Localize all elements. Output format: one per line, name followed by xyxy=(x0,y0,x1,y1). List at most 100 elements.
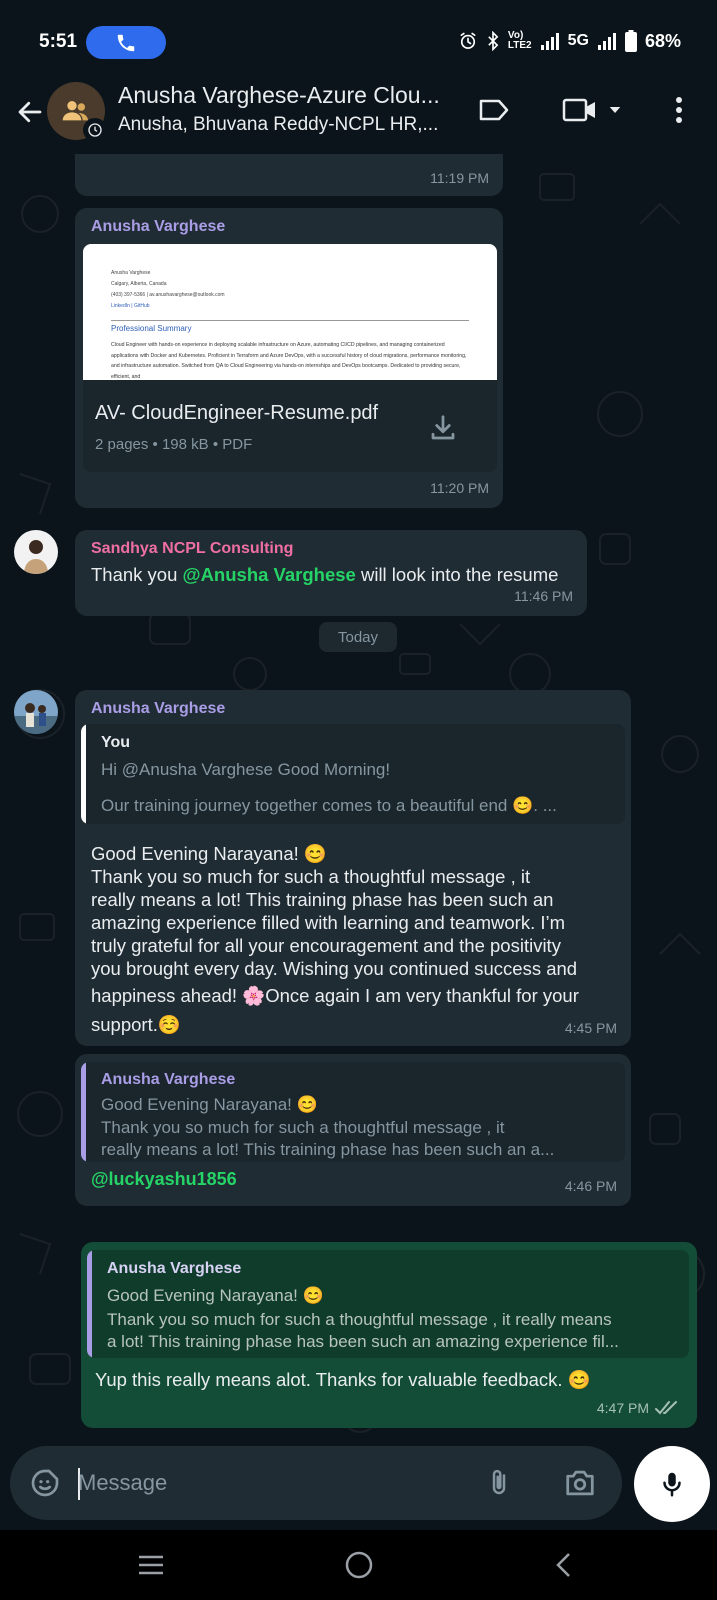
quoted-message[interactable]: Anusha Varghese Good Evening Narayana! 😊… xyxy=(87,1250,689,1358)
network-label: 5G xyxy=(567,32,589,49)
community-badge xyxy=(83,118,107,142)
chat-title[interactable]: Anusha Varghese-Azure Clou... xyxy=(118,82,448,109)
ongoing-call-pill[interactable] xyxy=(86,26,166,59)
attach-button[interactable] xyxy=(480,1464,518,1502)
double-check-icon xyxy=(655,1401,677,1415)
clock-icon xyxy=(88,123,102,137)
quote-accent-bar xyxy=(87,1250,92,1358)
quote-author: You xyxy=(101,734,131,751)
sender-avatar-anusha[interactable] xyxy=(14,690,58,734)
message-line: happiness ahead! 🌸Once again I am very t… xyxy=(91,985,579,1006)
message-line: Good Evening Narayana! 😊 xyxy=(91,843,327,864)
chevron-down-icon xyxy=(609,107,621,113)
label-button[interactable] xyxy=(474,90,514,130)
download-button[interactable] xyxy=(423,408,463,448)
group-avatar[interactable] xyxy=(47,82,107,142)
back-nav-button[interactable] xyxy=(546,1546,580,1584)
camera-icon xyxy=(566,1470,594,1496)
back-button[interactable] xyxy=(10,92,50,132)
download-icon xyxy=(431,415,455,440)
message-time: 11:20 PM xyxy=(430,480,489,496)
quote-text: Our training journey together comes to a… xyxy=(101,796,557,815)
sticker-icon xyxy=(31,1469,59,1497)
chat-area[interactable]: 11:19 PM Anusha Varghese Anusha Varghese… xyxy=(0,154,717,1454)
message-text: Good Evening Narayana! 😊 Thank you so mu… xyxy=(91,842,623,1036)
message-line: support.☺️ xyxy=(91,1014,181,1035)
sender-avatar-sandhya[interactable] xyxy=(14,530,58,574)
reply-message[interactable]: Anusha Varghese You Hi @Anusha Varghese … xyxy=(75,690,631,1046)
document-footer[interactable]: AV- CloudEngineer-Resume.pdf 2 pages • 1… xyxy=(83,380,497,472)
message-time: 11:46 PM xyxy=(514,588,573,604)
bluetooth-icon xyxy=(488,31,499,51)
sender-name[interactable]: Anusha Varghese xyxy=(91,218,225,236)
preview-summary: Cloud Engineer with hands-on experience … xyxy=(111,342,467,380)
message-time: 11:19 PM xyxy=(430,170,489,186)
sender-name[interactable]: Sandhya NCPL Consulting xyxy=(91,540,293,558)
system-navigation-bar xyxy=(0,1530,717,1600)
message-composer[interactable] xyxy=(10,1446,622,1520)
video-camera-icon xyxy=(562,98,595,122)
mention-link[interactable]: @luckyashu1856 xyxy=(91,1168,237,1191)
preview-links: LinkedIn | GitHub xyxy=(111,303,150,309)
arrow-left-icon xyxy=(18,101,42,123)
message-line: really means a lot! This training phase … xyxy=(91,889,554,910)
preview-location: Calgary, Alberta, Canada xyxy=(111,281,167,287)
document-preview[interactable]: Anusha Varghese Calgary, Alberta, Canada… xyxy=(83,244,497,380)
camera-button[interactable] xyxy=(560,1464,600,1502)
quote-text: really means a lot! This training phase … xyxy=(101,1140,555,1159)
quoted-message[interactable]: Anusha Varghese Good Evening Narayana! 😊… xyxy=(81,1062,625,1162)
quoted-message[interactable]: You Hi @Anusha Varghese Good Morning! Ou… xyxy=(81,724,625,824)
quote-text: Good Evening Narayana! 😊 xyxy=(107,1286,324,1305)
reply-message[interactable]: Anusha Varghese Good Evening Narayana! 😊… xyxy=(75,1054,631,1206)
preview-divider xyxy=(111,320,469,321)
home-circle-icon xyxy=(345,1551,373,1579)
video-call-button[interactable] xyxy=(558,90,628,130)
battery-percent: 68% xyxy=(644,30,681,51)
signal-icon-2 xyxy=(597,33,616,50)
quote-accent-bar xyxy=(81,1062,86,1162)
mention-link[interactable]: @Anusha Varghese xyxy=(183,564,356,585)
message-input[interactable] xyxy=(78,1462,458,1504)
emoji-button[interactable] xyxy=(26,1464,64,1502)
battery-icon xyxy=(624,30,637,52)
status-time: 5:51 xyxy=(39,31,78,52)
signal-icon xyxy=(540,33,559,50)
message-bubble-previous[interactable]: 11:19 PM xyxy=(75,154,503,196)
alarm-icon xyxy=(460,32,476,49)
message-time: 4:46 PM xyxy=(564,1178,617,1194)
message-meta: 4:47 PM xyxy=(597,1400,681,1416)
phone-icon xyxy=(117,34,135,51)
message-line: Thank you so much for such a thoughtful … xyxy=(91,866,531,887)
preview-contact: (403) 397-5366 | av.anushavarghese@outlo… xyxy=(111,292,225,298)
document-file-name: AV- CloudEngineer-Resume.pdf xyxy=(95,402,379,424)
avatar-image xyxy=(24,540,48,574)
message-text-part: Thank you xyxy=(91,564,183,585)
message-bubble[interactable]: Sandhya NCPL Consulting Thank you @Anush… xyxy=(75,530,587,616)
quote-accent-bar xyxy=(81,724,86,824)
message-line: amazing experience filled with learning … xyxy=(91,912,566,933)
chat-participants[interactable]: Anusha, Bhuvana Reddy-NCPL HR,... xyxy=(118,114,448,136)
quote-text: a lot! This training phase has been such… xyxy=(107,1332,619,1351)
message-line: you brought every day. Wishing you conti… xyxy=(91,958,578,979)
day-divider: Today xyxy=(319,622,397,652)
chat-header: Anusha Varghese-Azure Clou... Anusha, Bh… xyxy=(0,76,717,154)
sender-name[interactable]: Anusha Varghese xyxy=(91,700,225,718)
document-meta: 2 pages • 198 kB • PDF xyxy=(95,436,253,453)
preview-name: Anusha Varghese xyxy=(111,270,151,276)
more-options-button[interactable] xyxy=(664,90,694,130)
message-text: Yup this really means alot. Thanks for v… xyxy=(95,1369,591,1390)
microphone-icon xyxy=(663,1472,681,1497)
message-text-part: will look into the resume xyxy=(355,564,559,585)
document-message[interactable]: Anusha Varghese Anusha Varghese Calgary,… xyxy=(75,208,503,508)
outgoing-message[interactable]: Anusha Varghese Good Evening Narayana! 😊… xyxy=(81,1242,697,1428)
message-line: truly grateful for all your encouragemen… xyxy=(91,935,561,956)
more-vertical-icon xyxy=(676,97,682,123)
quote-author: Anusha Varghese xyxy=(107,1260,242,1277)
quote-text: Hi @Anusha Varghese Good Morning! xyxy=(101,760,391,779)
home-button[interactable] xyxy=(340,1546,378,1584)
recents-button[interactable] xyxy=(134,1548,168,1582)
quote-author: Anusha Varghese xyxy=(101,1071,236,1088)
voice-message-button[interactable] xyxy=(634,1446,710,1522)
label-icon xyxy=(479,99,509,121)
volte-icon: Vo) LTE2 xyxy=(507,30,532,51)
